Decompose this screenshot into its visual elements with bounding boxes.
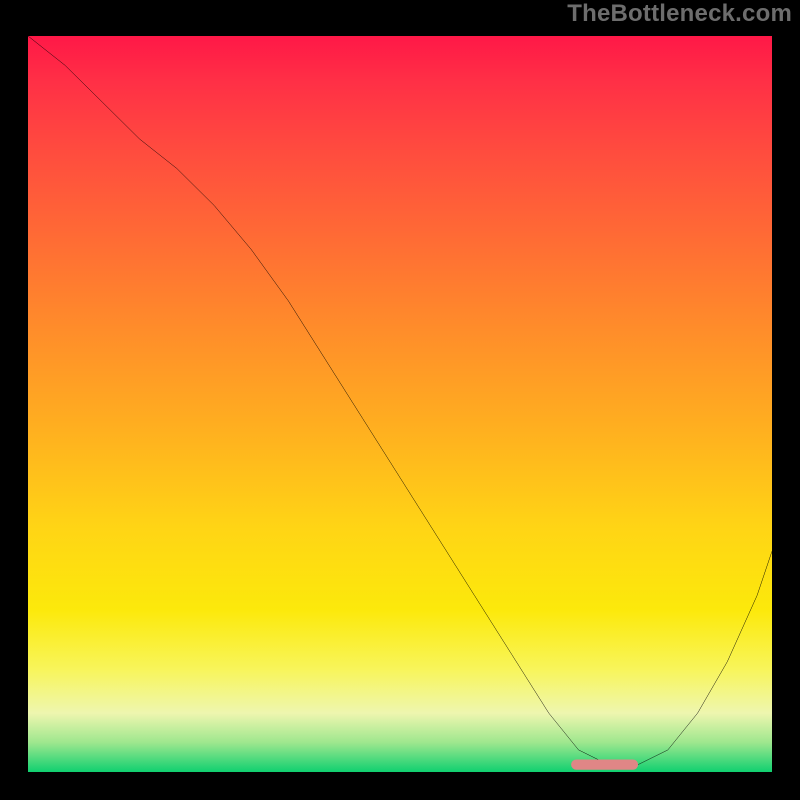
- bottleneck-curve: [28, 36, 772, 765]
- curve-layer: [28, 36, 772, 772]
- watermark-text: TheBottleneck.com: [567, 0, 792, 28]
- chart-stage: TheBottleneck.com: [0, 0, 800, 800]
- plot-area: [22, 30, 778, 778]
- optimal-range-marker: [571, 759, 638, 769]
